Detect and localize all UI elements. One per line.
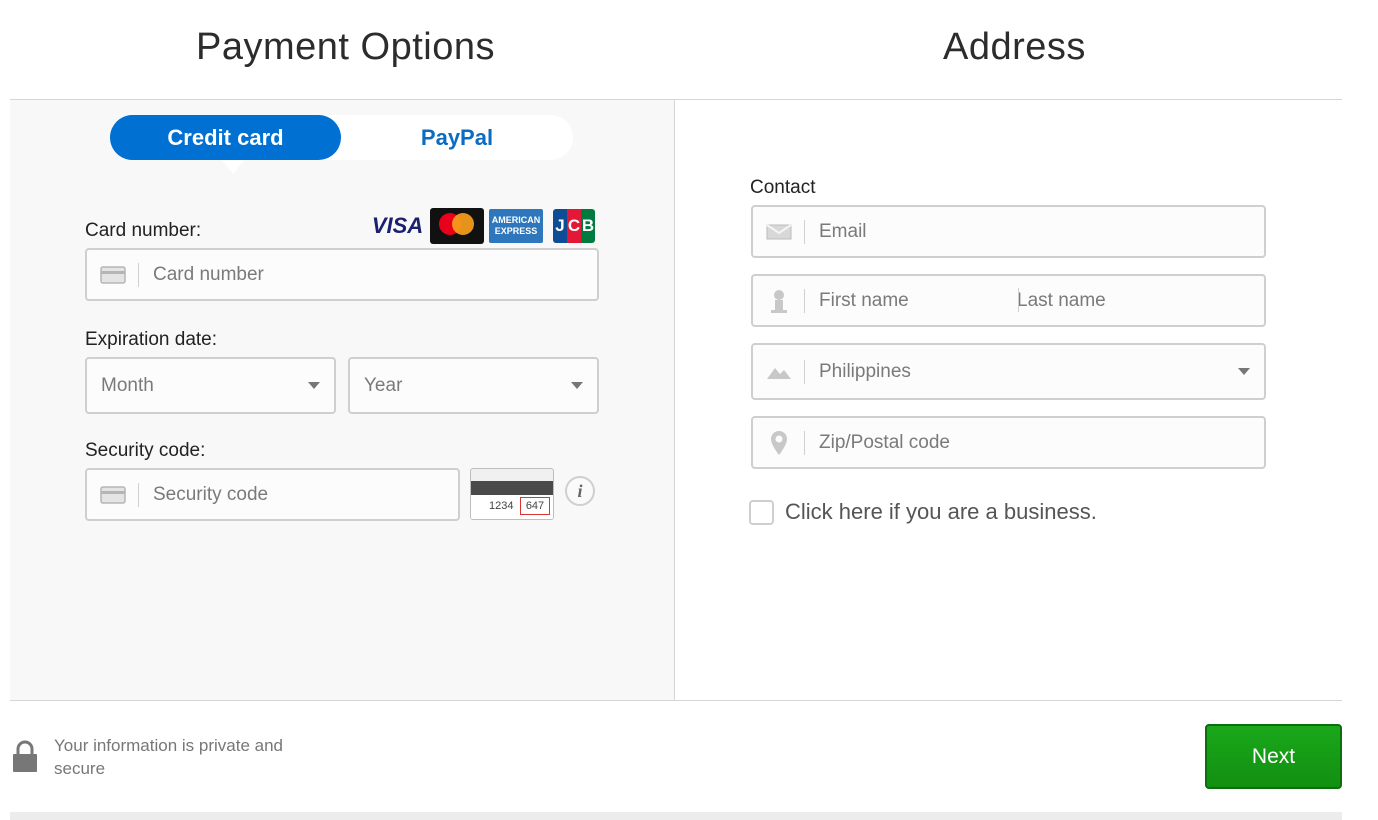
amex-logo-line2: EXPRESS [494, 226, 538, 236]
card-number-field[interactable] [85, 248, 599, 301]
bottom-shadow [10, 812, 1342, 820]
tab-paypal[interactable]: PayPal [341, 115, 573, 160]
jcb-letter-c: C [567, 209, 581, 243]
checkout-window: Payment Options Address Credit card PayP… [10, 0, 1342, 812]
security-code-input[interactable] [139, 483, 458, 506]
security-code-field[interactable] [85, 468, 460, 521]
visa-logo: VISA [371, 213, 424, 238]
security-code-label: Security code: [85, 440, 206, 461]
expiration-date-label: Expiration date: [85, 329, 218, 350]
card-number-input[interactable] [139, 263, 597, 286]
card-number-label: Card number: [85, 220, 202, 241]
last-name-input[interactable] [1005, 289, 1245, 312]
toggle-pointer [222, 160, 244, 174]
year-select-value: Year [364, 374, 403, 396]
info-icon[interactable]: i [565, 476, 595, 506]
amex-logo: AMERICAN EXPRESS [489, 209, 543, 243]
email-field[interactable] [751, 205, 1266, 258]
secure-info-text: Your information is private and secure [54, 736, 284, 778]
address-panel: Contact Philippines [675, 100, 1342, 700]
jcb-letter-b: B [581, 209, 595, 243]
zip-code-input[interactable] [805, 431, 1264, 454]
envelope-icon [753, 219, 805, 244]
payment-panel: Credit card PayPal Card number: VISA AME… [10, 100, 675, 700]
first-name-input[interactable] [805, 289, 1005, 312]
business-checkbox-label[interactable]: Click here if you are a business. [785, 499, 1097, 525]
country-select[interactable]: Philippines [751, 343, 1266, 400]
amex-logo-line1: AMERICAN [491, 215, 541, 225]
footer-divider [10, 700, 1342, 701]
header: Payment Options Address [10, 0, 1342, 100]
cvv-example-card-image: 1234 647 [470, 468, 554, 520]
email-input[interactable] [805, 220, 1264, 243]
person-icon [753, 288, 805, 313]
cvv-example-number: 1234 [489, 500, 514, 512]
tab-credit-card[interactable]: Credit card [110, 115, 341, 160]
credit-card-icon [87, 262, 139, 287]
mastercard-logo [430, 208, 484, 244]
payment-options-title: Payment Options [196, 26, 495, 68]
month-select-value: Month [101, 374, 154, 396]
next-button[interactable]: Next [1205, 724, 1342, 789]
jcb-letter-j: J [553, 209, 567, 243]
map-pin-icon [753, 430, 805, 455]
zip-code-field[interactable] [751, 416, 1266, 469]
card-logos: VISA AMERICAN EXPRESS J C B [370, 208, 595, 244]
lock-icon [13, 740, 37, 772]
jcb-logo: J C B [553, 209, 595, 243]
credit-card-icon [87, 482, 139, 507]
chevron-down-icon [308, 382, 320, 389]
month-select[interactable]: Month [85, 357, 336, 414]
payment-method-toggle: Credit card PayPal [110, 115, 573, 160]
cvv-example-code: 647 [520, 497, 550, 515]
name-divider [1018, 288, 1019, 312]
mountain-icon [753, 359, 805, 384]
address-title: Address [943, 26, 1086, 68]
business-checkbox[interactable] [749, 499, 774, 525]
name-field [751, 274, 1266, 327]
contact-label: Contact [750, 177, 816, 198]
business-checkbox-row[interactable]: Click here if you are a business. [749, 499, 1097, 525]
year-select[interactable]: Year [348, 357, 599, 414]
chevron-down-icon [1238, 368, 1250, 375]
chevron-down-icon [571, 382, 583, 389]
country-select-value: Philippines [819, 360, 911, 382]
